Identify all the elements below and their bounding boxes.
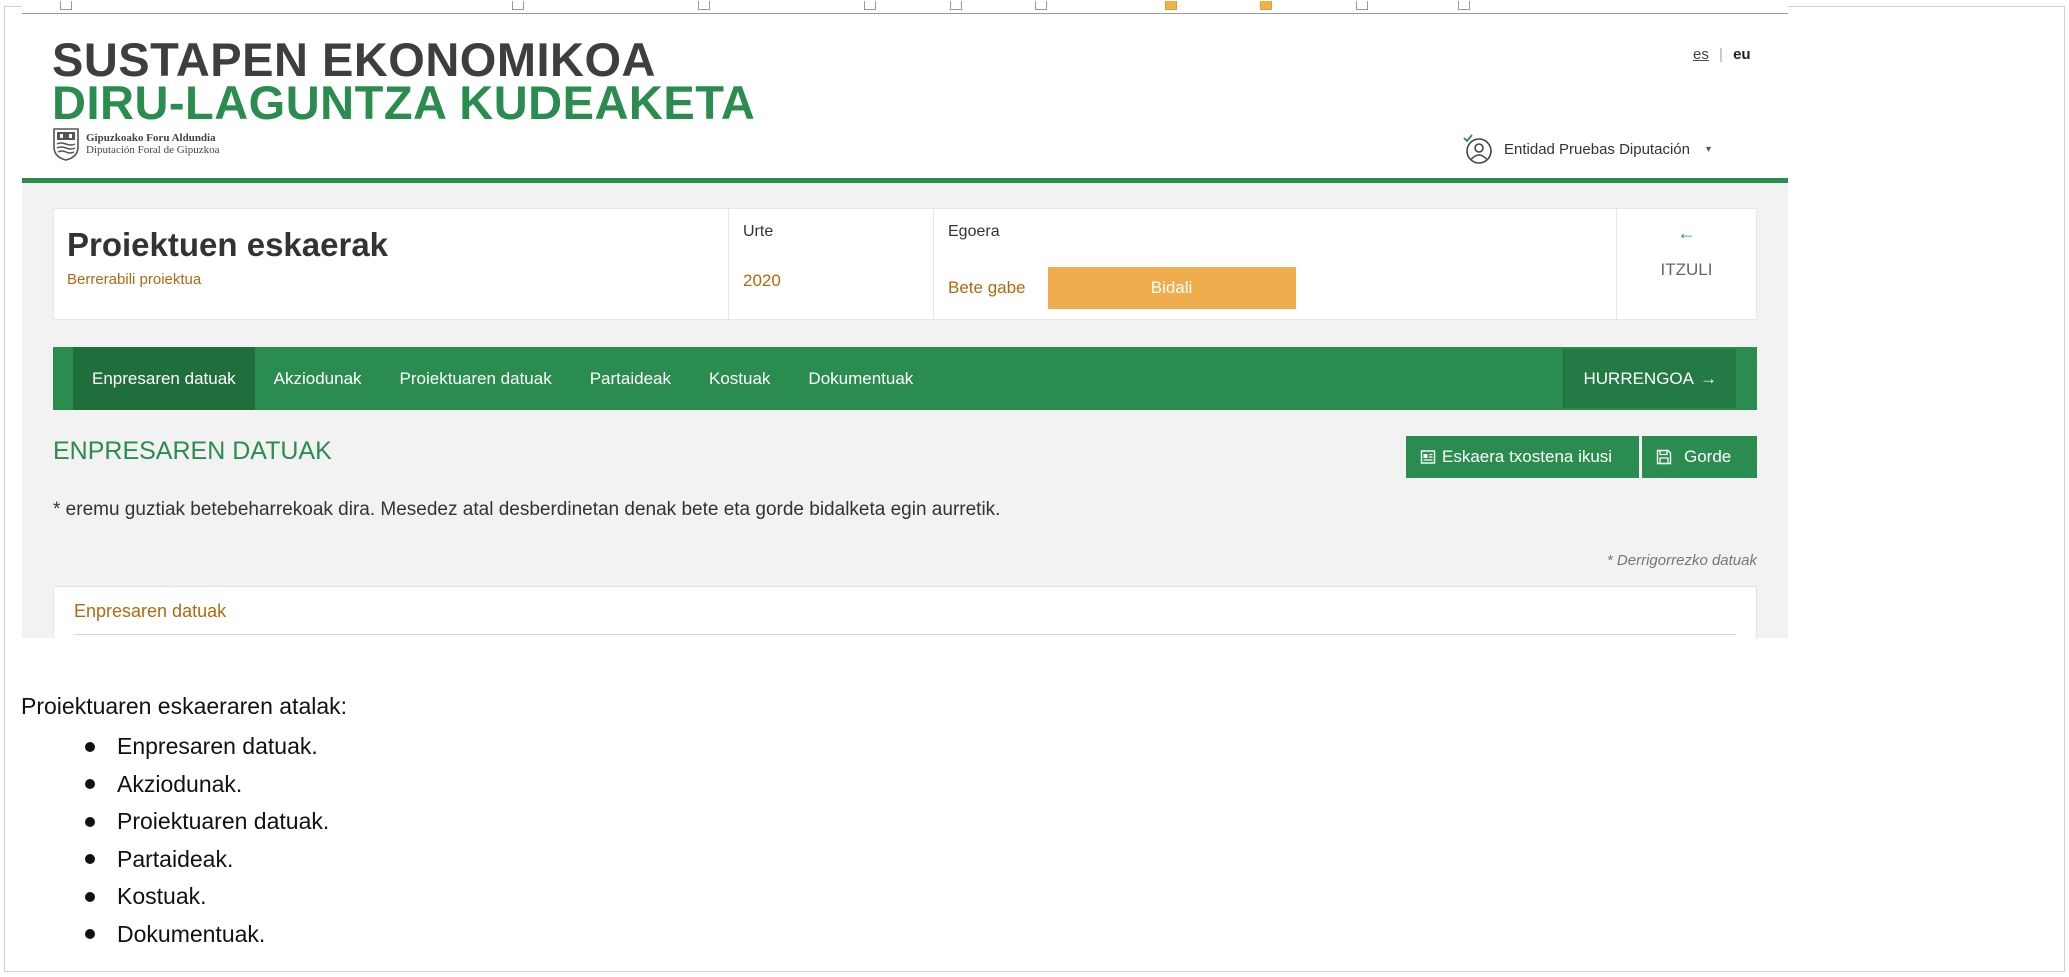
lang-es-link[interactable]: es [1693,46,1709,63]
bullet-icon [85,854,95,865]
list-item: Dokumentuak. [85,916,329,954]
list-item: Partaideak. [85,841,329,879]
bullet-icon [85,741,95,752]
user-check-icon [1463,134,1492,164]
list-item-text: Partaideak. [117,845,234,872]
sections-list: Enpresaren datuak. Akziodunak. Proiektua… [85,728,329,953]
back-button[interactable]: ← ITZULI [1617,209,1756,319]
arrow-right-icon: → [1700,368,1717,388]
bullet-icon [85,891,95,902]
mandatory-note: * eremu guztiak betebeharrekoak dira. Me… [53,499,1001,520]
list-item-text: Dokumentuak. [117,920,266,947]
back-label: ITZULI [1660,260,1713,279]
bullet-icon [85,816,95,827]
next-label: HURRENGOA [1583,368,1694,388]
view-report-button[interactable]: Eskaera txostena ikusi [1406,436,1639,478]
year-value: 2020 [743,271,781,290]
state-value: Bete gabe [948,278,1026,297]
section-title: ENPRESAREN DATUAK [53,437,332,465]
gov-name-es: Diputación Foral de Gipuzkoa [86,144,220,156]
tab-shareholders[interactable]: Akziodunak [255,347,381,410]
view-report-label: Eskaera txostena ikusi [1442,447,1613,466]
save-button[interactable]: Gorde [1642,436,1757,478]
state-label: Egoera [948,223,1000,240]
tab-participants[interactable]: Partaideak [571,347,690,410]
panel-title: Enpresaren datuak [74,601,227,621]
send-button[interactable]: Bidali [1047,267,1296,309]
tab-company-data[interactable]: Enpresaren datuak [73,347,255,410]
bullet-icon [85,779,95,790]
user-name: Entidad Pruebas Diputación [1504,140,1690,158]
list-item-text: Proiektuaren datuak. [117,808,330,835]
panel-divider [74,634,1736,635]
section-tabs: Enpresaren datuak Akziodunak Proiektuare… [53,347,1757,410]
list-item: Akziodunak. [85,766,329,804]
gov-logo[interactable]: Gipuzkoako Foru Aldundia Diputación Fora… [52,127,220,161]
request-header-card: Proiektuen eskaerak Berrerabili proiektu… [53,208,1757,320]
list-item-text: Kostuak. [117,883,207,910]
user-menu[interactable]: Entidad Pruebas Diputación ▾ [1462,134,1711,164]
tab-project-data[interactable]: Proiektuaren datuak [381,347,571,410]
app-title-line2: DIRU-LAGUNTZA KUDEAKETA [52,76,756,129]
doc-intro: Proiektuaren eskaeraren atalak: [21,693,348,719]
next-button[interactable]: HURRENGOA → [1563,349,1736,408]
chevron-down-icon: ▾ [1705,143,1711,155]
list-item-text: Enpresaren datuak. [117,733,318,760]
gov-name-eu: Gipuzkoako Foru Aldundia [86,132,216,144]
list-item-text: Akziodunak. [117,770,243,797]
bullet-icon [85,929,95,940]
save-label: Gorde [1684,447,1732,466]
page-title: Proiektuen eskaerak [67,226,389,263]
document-icon [1420,450,1436,464]
app-screenshot: SUSTAPEN EKONOMIKOA DIRU-LAGUNTZA KUDEAK… [22,14,1788,638]
year-label: Urte [743,223,774,240]
list-item: Kostuak. [85,878,329,916]
lang-separator: | [1719,46,1723,63]
lang-eu-link[interactable]: eu [1733,46,1751,63]
tab-costs[interactable]: Kostuak [690,347,789,410]
required-hint: * Derrigorrezko datuak [1606,552,1757,569]
list-item: Proiektuaren datuak. [85,803,329,841]
tab-documents[interactable]: Dokumentuak [789,347,932,410]
coat-of-arms-icon [53,128,79,161]
company-data-panel: Enpresaren datuak [53,586,1757,638]
floppy-disk-icon [1656,449,1672,465]
list-item: Enpresaren datuak. [85,728,329,766]
language-switcher: es | eu [1693,46,1751,63]
browser-bookmark-bar [22,0,1788,14]
arrow-left-icon: ← [1677,223,1696,243]
reuse-project-link[interactable]: Berrerabili proiektua [67,271,715,288]
